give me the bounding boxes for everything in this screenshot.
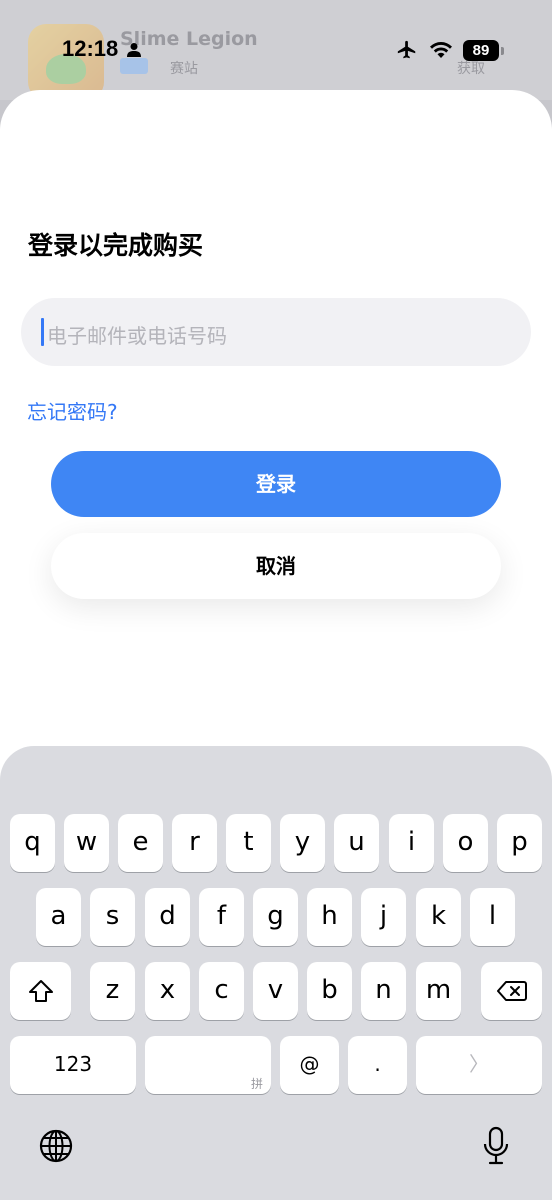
- input-placeholder: 电子邮件或电话号码: [47, 324, 227, 348]
- space-key[interactable]: 拼: [145, 1036, 271, 1094]
- status-bar: 12:18 89: [0, 0, 552, 96]
- key-i[interactable]: i: [389, 814, 434, 872]
- return-key[interactable]: 〉: [416, 1036, 542, 1094]
- keyboard: q w e r t y u i o p a s d f g h j k l z …: [0, 746, 552, 1200]
- delete-key[interactable]: [481, 962, 542, 1020]
- key-c[interactable]: c: [199, 962, 244, 1020]
- key-b[interactable]: b: [307, 962, 352, 1020]
- key-h[interactable]: h: [307, 888, 352, 946]
- cancel-button[interactable]: 取消: [51, 533, 501, 599]
- space-key-sublabel: 拼: [250, 1077, 263, 1091]
- key-q[interactable]: q: [10, 814, 55, 872]
- key-w[interactable]: w: [64, 814, 109, 872]
- key-u[interactable]: u: [334, 814, 379, 872]
- key-r[interactable]: r: [172, 814, 217, 872]
- key-p[interactable]: p: [497, 814, 542, 872]
- key-e[interactable]: e: [118, 814, 163, 872]
- airplane-icon: [397, 40, 416, 59]
- key-a[interactable]: a: [36, 888, 81, 946]
- status-time: 12:18: [62, 36, 119, 61]
- globe-icon[interactable]: [38, 1128, 74, 1164]
- key-j[interactable]: j: [361, 888, 406, 946]
- key-l[interactable]: l: [470, 888, 515, 946]
- numbers-key[interactable]: 123: [10, 1036, 136, 1094]
- key-g[interactable]: g: [253, 888, 298, 946]
- key-y[interactable]: y: [280, 814, 325, 872]
- at-key[interactable]: @: [280, 1036, 339, 1094]
- key-d[interactable]: d: [145, 888, 190, 946]
- shift-key[interactable]: [10, 962, 71, 1020]
- wifi-icon: [430, 42, 452, 58]
- login-button[interactable]: 登录: [51, 451, 501, 517]
- key-v[interactable]: v: [253, 962, 298, 1020]
- text-caret: [41, 318, 44, 346]
- dot-key[interactable]: .: [348, 1036, 407, 1094]
- key-o[interactable]: o: [443, 814, 488, 872]
- shift-icon: [28, 980, 53, 1002]
- key-f[interactable]: f: [199, 888, 244, 946]
- key-x[interactable]: x: [145, 962, 190, 1020]
- key-s[interactable]: s: [90, 888, 135, 946]
- key-n[interactable]: n: [361, 962, 406, 1020]
- key-k[interactable]: k: [416, 888, 461, 946]
- forgot-password-link[interactable]: 忘记密码?: [27, 396, 118, 425]
- key-m[interactable]: m: [416, 962, 461, 1020]
- backspace-icon: [496, 981, 527, 1001]
- email-phone-input[interactable]: 电子邮件或电话号码: [21, 298, 531, 366]
- key-t[interactable]: t: [226, 814, 271, 872]
- key-z[interactable]: z: [90, 962, 135, 1020]
- microphone-icon[interactable]: [482, 1126, 510, 1166]
- battery-indicator: 89: [463, 40, 499, 61]
- battery-tip: [501, 47, 504, 55]
- sheet-title: 登录以完成购买: [28, 231, 204, 260]
- person-icon: [127, 43, 141, 57]
